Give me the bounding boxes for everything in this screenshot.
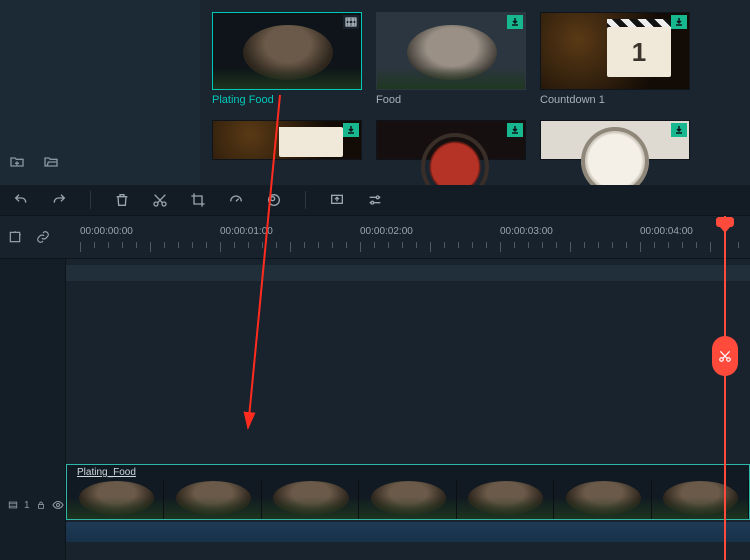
left-sidebar	[0, 0, 200, 185]
track-gutter: 1	[0, 259, 66, 560]
clip-label: Plating_Food	[77, 467, 136, 478]
track-controls: 1	[0, 480, 65, 530]
download-badge-icon[interactable]	[507, 123, 523, 137]
thumbnail-label: Countdown 1	[540, 94, 690, 106]
media-row	[212, 120, 738, 160]
cut-icon[interactable]	[151, 191, 169, 209]
export-frame-icon[interactable]	[328, 191, 346, 209]
download-badge-icon[interactable]	[507, 15, 523, 29]
add-marker-icon[interactable]	[6, 228, 24, 246]
empty-track[interactable]	[66, 265, 750, 281]
add-folder-icon[interactable]	[8, 153, 26, 171]
thumbnail[interactable]	[212, 12, 362, 90]
ruler-label: 00:00:01:00	[220, 226, 273, 237]
thumbnail[interactable]	[376, 120, 526, 160]
media-row: Plating Food Food 1 Countdo	[212, 12, 738, 106]
open-folder-icon[interactable]	[42, 153, 60, 171]
timeline-tracks: 1 Plating_Food	[0, 259, 750, 560]
media-item[interactable]	[376, 120, 526, 160]
ruler-label: 00:00:04:00	[640, 226, 693, 237]
download-badge-icon[interactable]	[343, 123, 359, 137]
color-icon[interactable]	[265, 191, 283, 209]
crop-icon[interactable]	[189, 191, 207, 209]
thumbnail[interactable]: 1	[540, 12, 690, 90]
media-library: Plating Food Food 1 Countdo	[200, 0, 750, 185]
split-button[interactable]	[712, 336, 738, 376]
folder-toolbar	[8, 153, 60, 171]
top-area: Plating Food Food 1 Countdo	[0, 0, 750, 185]
separator	[305, 191, 306, 209]
audio-track[interactable]	[66, 522, 750, 542]
adjust-icon[interactable]	[366, 191, 384, 209]
media-item-plating-food[interactable]: Plating Food	[212, 12, 362, 106]
timeline-left-controls	[0, 216, 66, 258]
thumbnail[interactable]	[540, 120, 690, 160]
filmstrip-badge-icon	[343, 15, 359, 29]
playhead-line[interactable]	[724, 216, 726, 560]
filmstrip-frame	[67, 479, 164, 519]
filmstrip-frame	[164, 479, 261, 519]
media-item-countdown-1[interactable]: 1 Countdown 1	[540, 12, 690, 106]
delete-icon[interactable]	[113, 191, 131, 209]
link-icon[interactable]	[34, 228, 52, 246]
thumbnail-label: Food	[376, 94, 526, 106]
filmstrip-frame	[652, 479, 749, 519]
countdown-number: 1	[607, 27, 671, 77]
video-clip[interactable]: Plating_Food	[66, 464, 750, 520]
media-item[interactable]	[212, 120, 362, 160]
filmstrip-frame	[554, 479, 651, 519]
ruler-label: 00:00:00:00	[80, 226, 133, 237]
playhead-handle[interactable]	[716, 217, 734, 227]
download-badge-icon[interactable]	[671, 15, 687, 29]
thumbnail[interactable]	[376, 12, 526, 90]
separator	[90, 191, 91, 209]
editing-toolbar	[0, 185, 750, 215]
media-item-food[interactable]: Food	[376, 12, 526, 106]
filmstrip-frame	[359, 479, 456, 519]
track-number: 1	[24, 500, 30, 511]
filmstrip-frame	[262, 479, 359, 519]
redo-icon[interactable]	[50, 191, 68, 209]
eye-icon[interactable]	[52, 499, 64, 511]
ruler-label: 00:00:03:00	[500, 226, 553, 237]
undo-icon[interactable]	[12, 191, 30, 209]
thumbnail[interactable]	[212, 120, 362, 160]
ruler[interactable]: 00:00:00:00 00:00:01:00 00:00:02:00 00:0…	[66, 216, 750, 258]
clip-filmstrip	[67, 479, 749, 519]
lock-icon[interactable]	[36, 500, 46, 510]
filmstrip-icon	[8, 500, 18, 510]
thumbnail-label: Plating Food	[212, 94, 362, 106]
timeline-ruler[interactable]: 00:00:00:00 00:00:01:00 00:00:02:00 00:0…	[0, 215, 750, 259]
media-item[interactable]	[540, 120, 690, 160]
ruler-label: 00:00:02:00	[360, 226, 413, 237]
speed-icon[interactable]	[227, 191, 245, 209]
download-badge-icon[interactable]	[671, 123, 687, 137]
filmstrip-frame	[457, 479, 554, 519]
scissors-icon	[718, 349, 732, 363]
